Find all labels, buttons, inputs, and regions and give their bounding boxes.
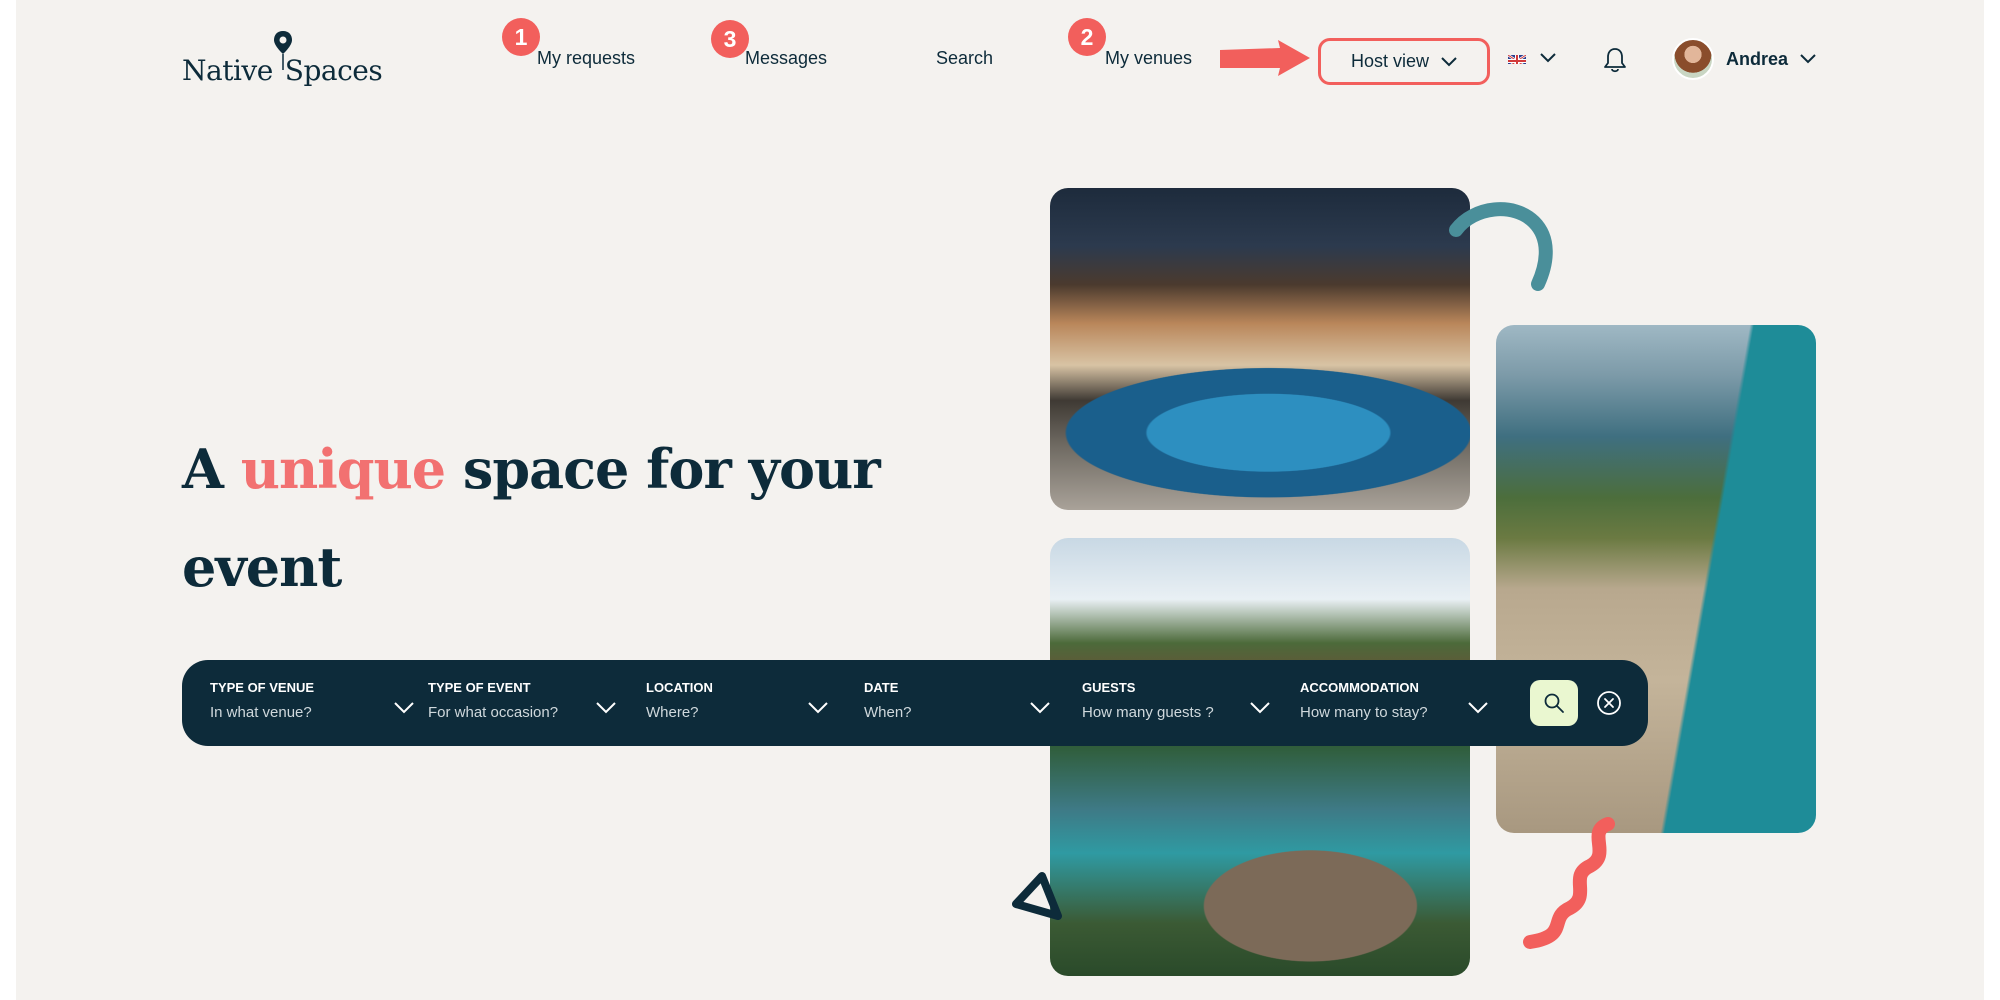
field-label: GUESTS	[1082, 680, 1136, 695]
field-type-of-event[interactable]: TYPE OF EVENT For what occasion?	[428, 680, 628, 728]
coastal-cove-image	[1050, 538, 1470, 976]
chevron-down-icon	[1030, 702, 1050, 714]
avatar	[1672, 38, 1714, 80]
logo-text: Native Spaces	[182, 54, 383, 87]
field-label: TYPE OF EVENT	[428, 680, 531, 695]
nav-my-venues[interactable]: My venues	[1105, 48, 1192, 69]
chevron-down-icon	[1250, 702, 1270, 714]
field-value: Where?	[646, 704, 699, 721]
teal-arc-decoration	[1449, 202, 1553, 291]
close-circle-icon[interactable]	[1596, 690, 1622, 716]
search-icon	[1544, 693, 1564, 713]
user-name: Andrea	[1726, 48, 1789, 69]
field-value: In what venue?	[210, 704, 312, 721]
flag-uk-icon	[1508, 52, 1526, 64]
host-view-dropdown[interactable]: Host view	[1318, 38, 1490, 85]
terrace-pool-image	[1496, 325, 1816, 833]
messages-badge: 3	[711, 20, 749, 58]
field-label: LOCATION	[646, 680, 713, 695]
pointer-arrow-icon	[1220, 40, 1310, 76]
logo-word-native: Native	[182, 54, 273, 87]
field-label: DATE	[864, 680, 899, 695]
search-button[interactable]	[1530, 680, 1578, 726]
villa-pool-image	[1050, 188, 1470, 510]
chevron-down-icon	[1468, 702, 1488, 714]
chevron-down-icon	[596, 702, 616, 714]
hero-title-accent: unique	[240, 437, 446, 501]
field-value: When?	[864, 704, 912, 721]
bell-icon[interactable]	[1602, 46, 1628, 74]
field-value: How many guests ?	[1082, 704, 1214, 721]
hero-title: A unique space for your event	[182, 420, 882, 616]
chevron-down-icon	[1540, 53, 1556, 63]
field-guests[interactable]: GUESTS How many guests ?	[1082, 680, 1282, 728]
field-accommodation[interactable]: ACCOMMODATION How many to stay?	[1300, 680, 1500, 728]
chevron-down-icon	[394, 702, 414, 714]
field-label: ACCOMMODATION	[1300, 680, 1419, 695]
venues-badge: 2	[1068, 18, 1106, 56]
field-label: TYPE OF VENUE	[210, 680, 315, 695]
nav-my-requests[interactable]: My requests	[537, 48, 635, 69]
requests-badge: 1	[502, 18, 540, 56]
search-bar: TYPE OF VENUE In what venue? TYPE OF EVE…	[182, 660, 1648, 746]
nav-search[interactable]: Search	[936, 48, 993, 69]
chevron-down-icon	[1800, 54, 1816, 64]
triangle-decoration	[1012, 872, 1062, 920]
nav-messages[interactable]: Messages	[745, 48, 827, 69]
squiggle-decoration	[1523, 817, 1615, 949]
field-type-of-venue[interactable]: TYPE OF VENUE In what venue?	[210, 680, 414, 728]
logo[interactable]: Native Spaces	[182, 30, 383, 92]
hero-title-start: A	[182, 437, 241, 501]
chevron-down-icon	[1441, 56, 1457, 66]
user-menu[interactable]: Andrea	[1672, 38, 1816, 80]
field-date[interactable]: DATE When?	[864, 680, 1064, 728]
language-selector[interactable]	[1508, 52, 1556, 64]
field-value: How many to stay?	[1300, 704, 1428, 721]
host-view-label: Host view	[1350, 51, 1430, 71]
field-value: For what occasion?	[428, 704, 559, 721]
chevron-down-icon	[808, 702, 828, 714]
logo-word-spaces: Spaces	[284, 54, 383, 87]
field-location[interactable]: LOCATION Where?	[646, 680, 846, 728]
page: Native Spaces 1 My requests 3 Messages Se…	[16, 0, 1984, 1000]
